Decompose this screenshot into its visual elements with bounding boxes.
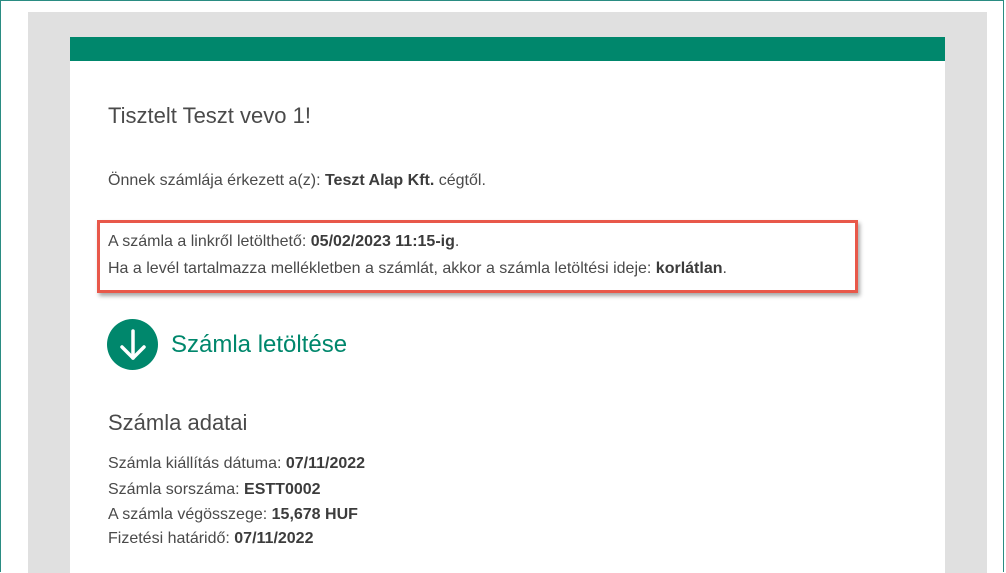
received-prefix: Önnek számlája érkezett a(z): bbox=[108, 172, 325, 189]
download-deadline-line: A számla a linkről letölthető: 05/02/202… bbox=[108, 233, 459, 251]
highlight-box bbox=[97, 220, 858, 293]
window-frame: Tisztelt Teszt vevo 1! Önnek számlája ér… bbox=[0, 0, 1004, 573]
deadline-prefix: A számla a linkről letölthető: bbox=[108, 233, 311, 250]
invoice-details-title: Számla adatai bbox=[108, 410, 248, 435]
detail-label: Számla sorszáma: bbox=[108, 481, 245, 498]
deadline-date: 05/02/2023 11:15-ig bbox=[310, 233, 455, 250]
detail-value: 07/11/2022 bbox=[234, 530, 314, 547]
detail-value: ESTT0002 bbox=[244, 481, 321, 498]
greeting: Tisztelt Teszt vevo 1! bbox=[108, 103, 311, 128]
detail-value: 15,678 HUF bbox=[271, 506, 358, 523]
download-invoice-label[interactable]: Számla letöltése bbox=[171, 331, 347, 359]
invoice-detail-row: Fizetési határidő: 07/11/2022 bbox=[108, 530, 313, 548]
deadline-suffix: . bbox=[454, 233, 460, 250]
download-invoice-link[interactable]: Számla letöltése bbox=[107, 319, 347, 370]
detail-label: Fizetési határidő: bbox=[108, 530, 235, 547]
received-line: Önnek számlája érkezett a(z): Teszt Alap… bbox=[108, 172, 486, 190]
detail-label: A számla végösszege: bbox=[108, 506, 272, 523]
attachment-notice-line: Ha a levél tartalmazza mellékletben a sz… bbox=[108, 260, 727, 278]
detail-label: Számla kiállítás dátuma: bbox=[108, 455, 286, 472]
header-bar bbox=[70, 37, 945, 61]
invoice-detail-row: Számla kiállítás dátuma: 07/11/2022 bbox=[108, 455, 365, 473]
invoice-detail-row: A számla végösszege: 15,678 HUF bbox=[108, 506, 358, 524]
detail-value: 07/11/2022 bbox=[285, 455, 366, 472]
attachment-value: korlátlan bbox=[655, 260, 723, 277]
email-card: Tisztelt Teszt vevo 1! Önnek számlája ér… bbox=[70, 37, 945, 573]
attachment-suffix: . bbox=[722, 260, 727, 277]
received-suffix: cégtől. bbox=[434, 172, 486, 189]
invoice-detail-row: Számla sorszáma: ESTT0002 bbox=[108, 481, 321, 499]
attachment-prefix: Ha a levél tartalmazza mellékletben a sz… bbox=[108, 260, 656, 277]
arrow-down-circle-icon[interactable] bbox=[107, 319, 158, 370]
company-name: Teszt Alap Kft. bbox=[324, 172, 435, 189]
